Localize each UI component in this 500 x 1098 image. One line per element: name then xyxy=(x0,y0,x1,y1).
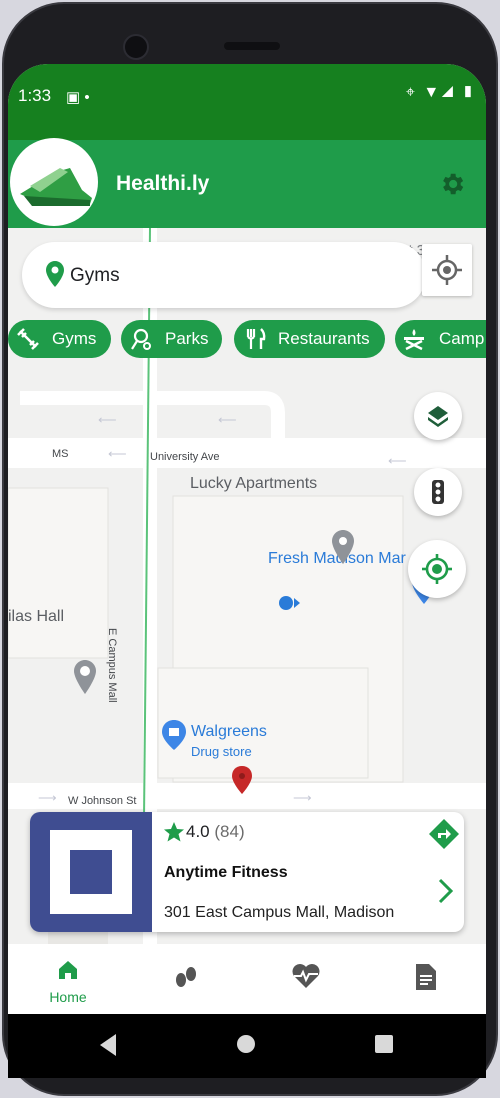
gps-icon xyxy=(422,554,452,584)
traffic-button[interactable] xyxy=(414,468,462,516)
speaker xyxy=(224,42,280,50)
nav-home-label: Home xyxy=(49,989,87,1005)
back-icon[interactable] xyxy=(96,1030,120,1060)
chip-label: Gyms xyxy=(52,329,97,348)
rating-value: 4.0 (84) xyxy=(186,822,245,842)
home-circle-icon[interactable] xyxy=(234,1032,258,1056)
directions-icon[interactable] xyxy=(428,818,460,850)
svg-text:⟵: ⟵ xyxy=(108,446,127,461)
map-label-campus-mall: E Campus Mall xyxy=(106,628,118,703)
locate-me-button[interactable] xyxy=(408,540,466,598)
traffic-light-icon xyxy=(432,480,444,504)
app-bar: Healthi.ly xyxy=(8,138,486,228)
chip-gyms[interactable]: Gyms xyxy=(8,320,111,358)
place-title: Anytime Fitness xyxy=(164,864,288,881)
shoe-logo-icon xyxy=(20,168,92,206)
campfire-icon xyxy=(404,329,424,351)
layers-icon xyxy=(428,406,448,427)
heartbeat-icon xyxy=(292,964,320,988)
recents-icon[interactable] xyxy=(372,1032,396,1056)
nav-activity[interactable] xyxy=(146,944,226,1014)
notification-icons: ▣ • xyxy=(66,89,90,106)
park-icon xyxy=(131,328,151,350)
system-icons: ⌖ ▼◢ ▮ xyxy=(405,84,476,101)
svg-text:⟵: ⟵ xyxy=(388,453,407,468)
star-icon xyxy=(164,822,184,842)
chip-restaurants[interactable]: Restaurants xyxy=(234,320,385,358)
chevron-right-icon[interactable] xyxy=(434,876,458,906)
map-label-johnson-st: W Johnson St xyxy=(68,795,137,807)
place-address: 301 East Campus Mall, Madison xyxy=(164,904,395,921)
map-label-hall: ilas Hall xyxy=(8,608,65,625)
app-title: Healthi.ly xyxy=(116,172,210,195)
svg-text:⟵: ⟵ xyxy=(218,412,237,427)
chip-parks[interactable]: Parks xyxy=(121,320,222,358)
map-label-walgreens: Walgreens xyxy=(191,723,267,740)
gear-icon[interactable] xyxy=(438,170,466,198)
school-pin-icon[interactable] xyxy=(74,660,96,694)
place-thumbnail xyxy=(30,812,152,932)
nav-home[interactable]: Home xyxy=(28,944,108,1014)
crosshair-icon xyxy=(432,255,462,285)
dumbbell-icon xyxy=(17,328,39,350)
svg-text:⟶: ⟶ xyxy=(293,790,312,805)
fresh-market-dot-icon xyxy=(279,596,300,610)
footsteps-icon xyxy=(176,967,196,987)
map-label-lucky-apartments: Lucky Apartments xyxy=(190,475,318,492)
search-bar[interactable]: Gyms xyxy=(22,242,426,308)
map-label-university-ave: University Ave xyxy=(150,451,220,463)
nav-documents[interactable] xyxy=(386,944,466,1014)
walgreens-marker-icon[interactable] xyxy=(232,766,252,794)
my-location-button[interactable] xyxy=(422,244,472,296)
home-icon xyxy=(59,961,77,979)
place-card[interactable]: 4.0 (84) Anytime Fitness 301 East Campus… xyxy=(30,812,464,932)
status-time: 1:33 xyxy=(18,86,52,105)
svg-text:⟶: ⟶ xyxy=(38,790,57,805)
bottom-navigation: Home xyxy=(8,944,486,1014)
system-navigation-bar xyxy=(8,1014,486,1078)
category-chips: Gyms Parks Restaurants Camp xyxy=(8,320,486,360)
svg-text:⟵: ⟵ xyxy=(98,412,117,427)
chip-camp[interactable]: Camp xyxy=(395,320,486,358)
rating-count: (84) xyxy=(214,822,245,841)
map-pin-icon[interactable] xyxy=(332,530,354,564)
phone-frame: 1:33 ▣ • ⌖ ▼◢ ▮ ⟵ ⟵ ⟵ ⟵ ⟶ ⟶ MS Universit… xyxy=(0,0,500,1098)
search-input[interactable]: Gyms xyxy=(70,265,120,287)
screen: 1:33 ▣ • ⌖ ▼◢ ▮ ⟵ ⟵ ⟵ ⟵ ⟶ ⟶ MS Universit… xyxy=(8,64,486,1014)
chip-label: Restaurants xyxy=(278,329,370,348)
fork-knife-icon xyxy=(246,328,266,349)
app-logo xyxy=(10,138,98,226)
document-icon xyxy=(416,964,436,990)
layers-button[interactable] xyxy=(414,392,462,440)
pharmacy-pin-icon[interactable] xyxy=(162,720,186,750)
thumbnail-core xyxy=(70,850,112,894)
chip-label: Parks xyxy=(165,329,209,348)
map-label-ms: MS xyxy=(52,448,69,460)
map-label-drug-store: Drug store xyxy=(191,744,252,759)
rating-score: 4.0 xyxy=(186,822,210,841)
camera xyxy=(123,34,149,60)
location-pin-icon xyxy=(46,261,64,287)
chip-label: Camp xyxy=(439,329,485,348)
nav-health[interactable] xyxy=(266,944,346,1014)
status-bar: 1:33 ▣ • ⌖ ▼◢ ▮ xyxy=(8,64,486,140)
